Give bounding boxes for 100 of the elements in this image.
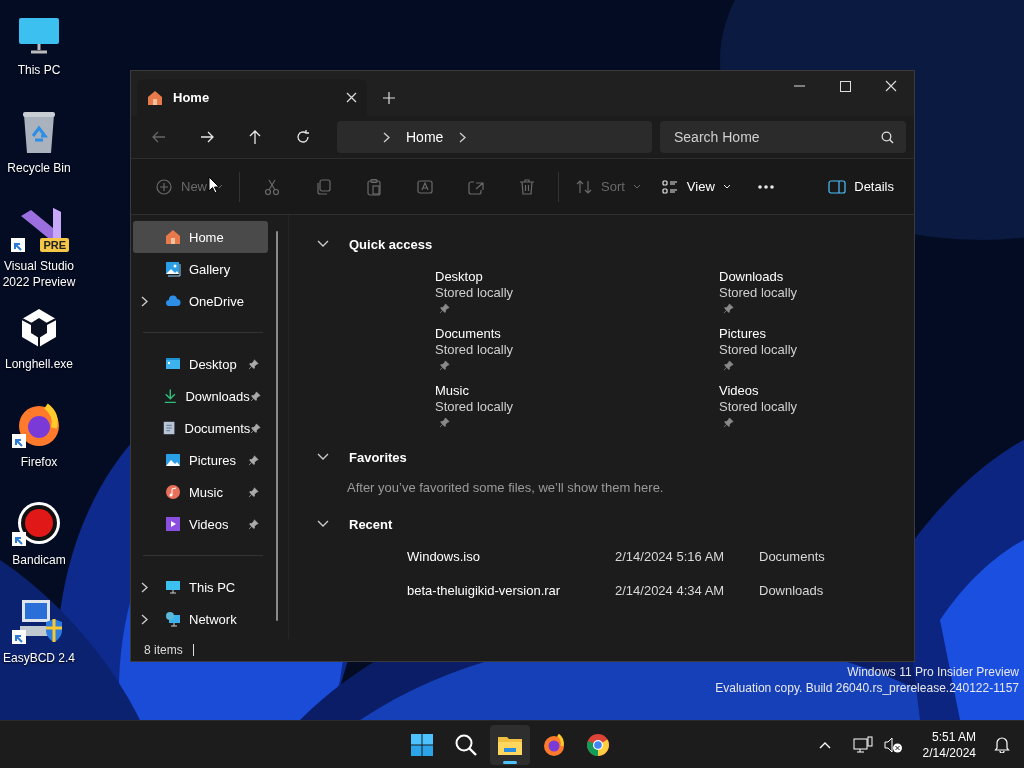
- sidebar-item[interactable]: OneDrive: [133, 285, 268, 317]
- folder-name[interactable]: Music: [435, 383, 601, 399]
- folder-status: Stored locally: [719, 342, 799, 358]
- file-date: 2/14/2024 5:16 AM: [615, 548, 726, 564]
- sidebar-item[interactable]: Desktop: [133, 348, 268, 380]
- taskbar-app-button[interactable]: [490, 725, 530, 765]
- folder-status: Stored locally: [435, 399, 515, 415]
- network-disconnected-icon[interactable]: [852, 735, 873, 754]
- refresh-icon: [295, 129, 311, 145]
- desktop-icon-label[interactable]: Recycle Bin: [7, 160, 71, 176]
- build-watermark-text: Evaluation copy. Build 26040.rs_prerelease.240122-1157: [715, 680, 1019, 696]
- sidebar-item[interactable]: Home: [133, 221, 268, 253]
- desktop-icon-label[interactable]: This PC: [17, 62, 61, 78]
- tab[interactable]: Home: [137, 79, 367, 116]
- pin-icon: [248, 454, 259, 466]
- cloud-icon: [165, 293, 181, 309]
- sidebar-item[interactable]: This PC: [133, 571, 268, 603]
- pin-icon: [248, 358, 259, 370]
- muted-speaker-icon[interactable]: [882, 735, 903, 754]
- sidebar-item[interactable]: Gallery: [133, 253, 268, 285]
- gallery-icon: [165, 261, 181, 277]
- document-icon: [162, 420, 177, 436]
- view-button[interactable]: View: [652, 170, 739, 203]
- folder-status: Stored locally: [719, 285, 799, 301]
- windows-logo-icon: [410, 733, 434, 757]
- sidebar-item[interactable]: Documents: [133, 412, 268, 444]
- monitor-icon: [165, 579, 181, 595]
- pin-icon: [439, 417, 450, 428]
- folder-name[interactable]: Pictures: [719, 326, 885, 342]
- firefox-logo-icon: [16, 402, 62, 448]
- folder-name[interactable]: Downloads: [719, 269, 885, 285]
- desktop-icon-label[interactable]: Visual Studio 2022 Preview: [0, 258, 78, 290]
- folder-name[interactable]: Videos: [719, 383, 885, 399]
- file-location: Documents: [759, 548, 825, 564]
- trash-icon: [517, 177, 536, 196]
- chevron-down-icon[interactable]: [317, 520, 329, 528]
- breadcrumb-item[interactable]: Home: [406, 129, 444, 145]
- chevron-right-icon[interactable]: [383, 131, 390, 143]
- plus-icon[interactable]: [383, 92, 395, 104]
- pictures-icon: [165, 452, 181, 468]
- item-count: 8 items: [144, 643, 183, 657]
- sidebar-item[interactable]: Music: [133, 476, 268, 508]
- close-icon[interactable]: [885, 80, 897, 92]
- empty-message: After you’ve favorited some files, we’ll show them here.: [347, 480, 665, 495]
- download-icon: [162, 388, 178, 404]
- pin-icon: [439, 303, 450, 314]
- rename-icon: [415, 177, 434, 196]
- network-icon: [165, 611, 181, 627]
- section-heading: Recent: [349, 516, 393, 532]
- house-icon: [147, 89, 163, 106]
- add-circle-icon: [155, 177, 173, 196]
- scrollbar[interactable]: [276, 231, 278, 621]
- video-icon: [165, 516, 181, 532]
- pin-icon: [249, 390, 261, 402]
- folder-name[interactable]: Documents: [435, 326, 601, 342]
- pin-icon: [723, 417, 734, 428]
- file-location: Downloads: [759, 582, 824, 598]
- file-name[interactable]: beta-theluigikid-version.rar: [407, 582, 615, 598]
- forward-arrow-icon: [199, 129, 215, 145]
- sidebar-item[interactable]: Downloads: [133, 380, 268, 412]
- folder-name[interactable]: Desktop: [435, 269, 601, 285]
- clock[interactable]: 5:51 AM 2/14/2024: [922, 728, 976, 761]
- dropdown-caret-icon: [722, 184, 731, 189]
- address-bar[interactable]: Home: [337, 121, 652, 153]
- desktop-icon-label[interactable]: Firefox: [20, 454, 58, 470]
- chrome-logo-icon: [586, 733, 610, 757]
- desktop-icon-label[interactable]: EasyBCD 2.4: [3, 650, 75, 666]
- music-icon: [165, 484, 181, 500]
- details-button[interactable]: Details: [820, 170, 902, 203]
- minimize-icon[interactable]: [793, 85, 805, 87]
- folder-status: Stored locally: [719, 399, 799, 415]
- scissors-icon: [262, 177, 281, 196]
- more-icon: [757, 183, 776, 190]
- sidebar-item[interactable]: Pictures: [133, 444, 268, 476]
- maximize-icon[interactable]: [839, 80, 851, 92]
- list-view-icon: [660, 177, 679, 196]
- chevron-down-icon[interactable]: [317, 453, 329, 461]
- pin-icon: [248, 518, 259, 530]
- pin-icon: [439, 360, 450, 371]
- record-icon: [16, 500, 62, 546]
- chevron-right-icon[interactable]: [141, 613, 148, 625]
- file-name[interactable]: Windows.iso: [407, 548, 615, 564]
- desktop-icon-label[interactable]: Longhell.exe: [4, 356, 74, 372]
- search-icon: [454, 733, 478, 757]
- details-pane-icon: [828, 179, 847, 194]
- chevron-up-icon[interactable]: [818, 740, 831, 749]
- chevron-right-icon[interactable]: [141, 295, 148, 307]
- sidebar-item[interactable]: Network: [133, 603, 268, 635]
- sidebar-item[interactable]: Videos: [133, 508, 268, 540]
- close-icon[interactable]: [346, 92, 357, 103]
- up-arrow-icon: [247, 129, 263, 145]
- search-field[interactable]: Search Home: [660, 121, 906, 153]
- chevron-right-icon[interactable]: [459, 131, 467, 143]
- notification-bell-icon[interactable]: [994, 736, 1010, 753]
- chevron-right-icon[interactable]: [141, 581, 148, 593]
- folder-status: Stored locally: [435, 285, 515, 301]
- chevron-down-icon[interactable]: [317, 240, 329, 248]
- section-heading: Favorites: [349, 449, 407, 465]
- desktop-icon-label[interactable]: Bandicam: [12, 552, 66, 568]
- pin-icon: [248, 486, 259, 498]
